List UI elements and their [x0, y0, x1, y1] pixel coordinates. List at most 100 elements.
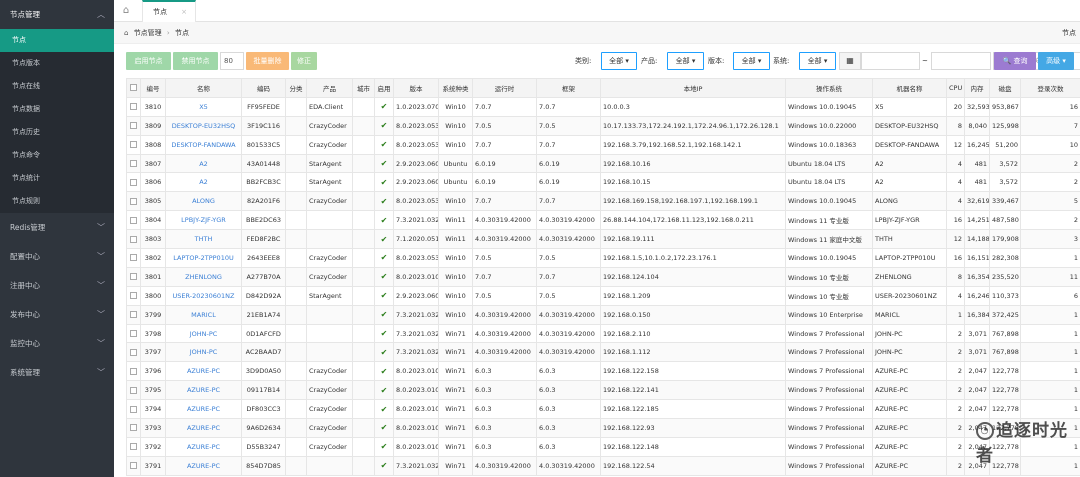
table-row[interactable]: 3791AZURE-PC854D7D85✔7.3.2021.0321Win714…	[126, 455, 1080, 476]
row-checkbox[interactable]	[126, 266, 141, 287]
column-header[interactable]: 操作系统	[785, 78, 873, 98]
row-checkbox[interactable]	[126, 304, 141, 325]
column-header[interactable]: 城市	[352, 78, 375, 98]
sidebar-item[interactable]: 节点规则	[0, 190, 114, 213]
node-name-link[interactable]: DESKTOP-EU32HSQ	[165, 115, 242, 136]
close-icon[interactable]: ×	[181, 2, 187, 22]
node-name-link[interactable]: AZURE-PC	[165, 380, 242, 401]
table-row[interactable]: 3792 AZURE-PC D55B3247 CrazyCoder ✔ 8.0.2023.…	[126, 436, 1080, 457]
column-header[interactable]: 运行时	[472, 78, 537, 98]
row-checkbox[interactable]	[126, 380, 141, 401]
column-header[interactable]: 本地IP	[600, 78, 786, 98]
row-checkbox[interactable]	[126, 323, 141, 344]
column-header[interactable]: 内存	[964, 78, 990, 98]
batch-button[interactable]: 批量删除	[246, 52, 289, 70]
column-header[interactable]: 版本	[393, 78, 439, 98]
sidebar-item[interactable]: 节点统计	[0, 167, 114, 190]
disable-button[interactable]: 禁用节点	[173, 52, 218, 70]
column-header[interactable]: 系统种类	[438, 78, 473, 98]
column-header[interactable]: 编号	[140, 78, 166, 98]
version-select[interactable]: 全部 ▾	[733, 52, 770, 70]
column-header[interactable]: 磁盘	[989, 78, 1021, 98]
row-checkbox[interactable]	[126, 455, 141, 476]
row-checkbox[interactable]	[126, 153, 141, 174]
count-input[interactable]: 80	[220, 52, 244, 70]
category-select[interactable]: 全部 ▾	[601, 52, 637, 70]
node-name-link[interactable]: DESKTOP-FANDAWA	[165, 134, 242, 155]
node-name-link[interactable]: AZURE-PC	[165, 399, 242, 420]
column-header[interactable]: 机器名称	[872, 78, 947, 98]
row-checkbox[interactable]	[126, 229, 141, 250]
node-name-link[interactable]: X5	[165, 96, 242, 117]
node-name-link[interactable]: AZURE-PC	[165, 418, 242, 438]
node-name-link[interactable]: AZURE-PC	[165, 455, 242, 476]
row-checkbox[interactable]	[126, 436, 141, 457]
column-header[interactable]: 产品	[306, 78, 353, 98]
sidebar-group[interactable]: 监控中心 ﹀	[0, 329, 114, 358]
table-row[interactable]: 3802 LAPTOP-2TPP010U 2643EEE8 CrazyCoder ✔ 8.…	[126, 248, 1080, 268]
edit-button[interactable]: 修正	[291, 52, 317, 70]
advanced-button[interactable]: 高级 ▾	[1038, 52, 1074, 70]
table-row[interactable]: 3797JOHN-PCAC2BAAD7✔7.3.2021.0321Win714.…	[126, 342, 1080, 363]
table-row[interactable]: 3799MARICL21EB1A74✔7.3.2021.0321Win104.0…	[126, 304, 1080, 325]
node-name-link[interactable]: ALONG	[165, 191, 242, 212]
home-icon[interactable]: ⌂	[118, 3, 134, 19]
row-checkbox[interactable]	[126, 248, 141, 268]
row-checkbox[interactable]	[126, 285, 141, 306]
sidebar-item[interactable]: 节点命令	[0, 144, 114, 167]
calendar-icon[interactable]: ▦	[839, 52, 861, 70]
table-row[interactable]: 3808 DESKTOP-FANDAWA 801533C5 CrazyCoder ✔ 8.…	[126, 134, 1080, 155]
sidebar-item[interactable]: 节点数据	[0, 98, 114, 121]
row-checkbox[interactable]	[126, 418, 141, 438]
table-row[interactable]: 3798JOHN-PC0D1AFCFD✔7.3.2021.0321Win714.…	[126, 323, 1080, 344]
enable-button[interactable]: 启用节点	[126, 52, 171, 70]
search-button[interactable]: 🔍 查询	[994, 52, 1036, 70]
row-checkbox[interactable]	[126, 191, 141, 212]
start-date-input[interactable]	[861, 52, 920, 70]
table-row[interactable]: 3794 AZURE-PC DF803CC3 CrazyCoder ✔ 8.0.2023.…	[126, 399, 1080, 420]
table-row[interactable]: 3795 AZURE-PC 09117B14 CrazyCoder ✔ 8.0.2023.…	[126, 380, 1080, 401]
home-icon[interactable]: ⌂	[124, 29, 128, 37]
column-header[interactable]: 启用	[374, 78, 394, 98]
sidebar-group[interactable]: 注册中心 ﹀	[0, 271, 114, 300]
node-name-link[interactable]: JOHN-PC	[165, 323, 242, 344]
product-select[interactable]: 全部 ▾	[667, 52, 704, 70]
table-row[interactable]: 3806A2BB2FCB3CStarAgent✔2.9.2023.0602Ubu…	[126, 172, 1080, 193]
sidebar-item[interactable]: 节点版本	[0, 52, 114, 75]
table-row[interactable]: 3796 AZURE-PC 3D9D0A50 CrazyCoder ✔ 8.0.2023.…	[126, 361, 1080, 382]
node-name-link[interactable]: THTH	[165, 229, 242, 250]
column-header[interactable]: 登录次数	[1020, 78, 1080, 98]
node-name-link[interactable]: MARICL	[165, 304, 242, 325]
sidebar-group[interactable]: 节点管理 ︿	[0, 0, 114, 29]
table-row[interactable]: 3800 USER-20230601NZ D842D92A StarAgent ✔ 2.9…	[126, 285, 1080, 306]
column-header[interactable]: 框架	[536, 78, 601, 98]
breadcrumb-home[interactable]: 节点管理	[134, 29, 162, 37]
node-name-link[interactable]: JOHN-PC	[165, 342, 242, 363]
table-row[interactable]: 3810X5FF95FEDEEDA.Client✔1.0.2023.0708Wi…	[126, 96, 1080, 117]
node-name-link[interactable]: LAPTOP-2TPP010U	[165, 248, 242, 268]
node-name-link[interactable]: A2	[165, 153, 242, 174]
row-checkbox[interactable]	[126, 172, 141, 193]
table-row[interactable]: 3805ALONG82A201F6CrazyCoder✔8.0.2023.053…	[126, 191, 1080, 212]
row-checkbox[interactable]	[126, 399, 141, 420]
column-header[interactable]: 分类	[285, 78, 307, 98]
sidebar-item[interactable]: 节点在线	[0, 75, 114, 98]
table-row[interactable]: 3803THTHFED8F2BC✔7.1.2020.0518Win114.0.3…	[126, 229, 1080, 250]
row-checkbox[interactable]	[126, 96, 141, 117]
node-name-link[interactable]: A2	[165, 172, 242, 193]
column-header[interactable]: 编码	[241, 78, 286, 98]
node-name-link[interactable]: AZURE-PC	[165, 436, 242, 457]
row-checkbox[interactable]	[126, 210, 141, 231]
node-name-link[interactable]: LPBJY-ZJF-YGR	[165, 210, 242, 231]
system-select[interactable]: 全部 ▾	[799, 52, 836, 70]
column-header[interactable]: CPU	[946, 78, 965, 98]
select-all-checkbox[interactable]	[126, 78, 141, 98]
sidebar-group[interactable]: Redis管理 ﹀	[0, 213, 114, 242]
column-header[interactable]: 名称	[165, 78, 242, 98]
row-checkbox[interactable]	[126, 342, 141, 363]
row-checkbox[interactable]	[126, 361, 141, 382]
tab-nodes[interactable]: 节点 ×	[142, 0, 196, 22]
sidebar-group[interactable]: 系统管理 ﹀	[0, 358, 114, 387]
table-row[interactable]: 3801 ZHENLONG A277B70A CrazyCoder ✔ 8.0.2023.…	[126, 266, 1080, 287]
end-date-input[interactable]	[931, 52, 991, 70]
